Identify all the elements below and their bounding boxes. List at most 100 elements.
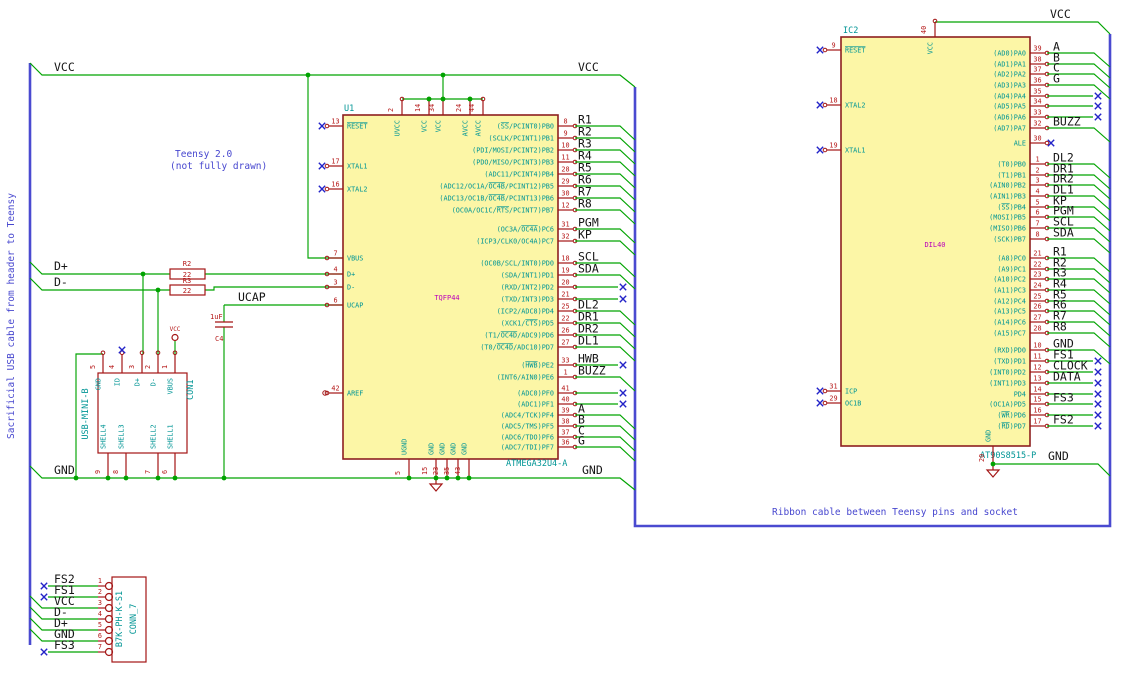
junction-dot — [467, 96, 473, 102]
pin-number: 38 — [561, 418, 569, 426]
pin-name: D- — [347, 283, 355, 291]
net-label: G — [1053, 72, 1060, 86]
pin-name: (AD6)PA6 — [993, 113, 1026, 121]
no-connect-x-icon — [1094, 357, 1102, 365]
pin-number: 42 — [331, 385, 339, 393]
pin-number: 43 — [454, 467, 462, 475]
pin-name: (RD)PD7 — [997, 422, 1026, 430]
pin-number: 20 — [978, 454, 986, 462]
pin-end — [324, 163, 330, 169]
pin-number: 2 — [144, 365, 152, 369]
net-label: SDA — [1053, 226, 1074, 240]
r3-value: 22 — [183, 287, 191, 295]
pin-name: (ADC4/TCK)PF4 — [501, 411, 554, 419]
junction-dot — [466, 475, 472, 481]
no-connect-x-icon — [1094, 379, 1102, 387]
conn7-value: B7K-PH-K-S1 — [115, 591, 125, 647]
pin-number: 25 — [561, 303, 569, 311]
ic2-ref: IC2 — [843, 26, 858, 36]
usb-vcc-symbol: VCC — [170, 326, 181, 342]
pin-number: 4 — [98, 610, 102, 618]
net-label: FS2 — [1053, 413, 1074, 427]
no-connect-x-icon — [1094, 390, 1102, 398]
pin-name: AVCC — [475, 120, 483, 136]
pin-name: XTAL2 — [845, 101, 865, 109]
pin-number: 35 — [1033, 88, 1041, 96]
pin-name: (MISO)PB6 — [989, 224, 1026, 232]
wire — [1047, 127, 1111, 143]
pin-number: 33 — [1033, 109, 1041, 117]
pin-name: D- — [150, 378, 158, 386]
pin-number: 5 — [89, 365, 97, 369]
pin-name: (A11)PC3 — [993, 286, 1026, 294]
no-connect-x-icon — [816, 46, 824, 54]
pin-name: (RXD/INT2)PD2 — [501, 283, 554, 291]
pin-number: 34 — [428, 104, 436, 112]
pin-number: 4 — [108, 365, 116, 369]
pin-number: 1 — [98, 577, 102, 585]
pin-name: VCC — [421, 120, 429, 132]
no-connect-x-icon — [619, 295, 627, 303]
pin-name: (AIN0)PB2 — [989, 181, 1026, 189]
pin-name: (A15)PC7 — [993, 329, 1026, 337]
pin-end — [324, 123, 330, 129]
pin-number: 6 — [333, 297, 337, 305]
pin-name: UVCC — [394, 120, 402, 136]
net-label: FS3 — [1053, 391, 1074, 405]
pin-number: 28 — [561, 166, 569, 174]
pin-name: (AD0)PA0 — [993, 49, 1026, 57]
pin-name: (ADC12/OC1A/OC4B/PCINT12)PB5 — [439, 182, 554, 190]
pin-number: 18 — [829, 97, 837, 105]
junction-dot — [990, 461, 996, 467]
no-connect-x-icon — [318, 162, 326, 170]
pin-number: 30 — [561, 190, 569, 198]
net-label: R8 — [1053, 320, 1067, 334]
ribbon-note: Ribbon cable between Teensy pins and soc… — [772, 507, 1018, 518]
pin-number: 6 — [98, 632, 102, 640]
pin-number: 33 — [561, 357, 569, 365]
net-label: DATA — [1053, 370, 1081, 384]
pin-number: 21 — [561, 291, 569, 299]
pin-number: 23 — [432, 467, 440, 475]
pin-number: 17 — [331, 158, 339, 166]
pin-name: UCAP — [347, 301, 363, 309]
pin-number: 12 — [561, 202, 569, 210]
pin-number: 6 — [1035, 209, 1039, 217]
pin-name: RESET — [347, 122, 367, 130]
pin-name: SHELL4 — [100, 424, 108, 449]
pin-name: GND — [428, 443, 436, 455]
pin-number: 5 — [394, 471, 402, 475]
ic2-value: AT90S8515-P — [980, 451, 1036, 461]
junction-dot — [73, 475, 79, 481]
pin-name: (AIN1)PB3 — [989, 192, 1026, 200]
pin-number: 39 — [1033, 45, 1041, 53]
no-connect-x-icon — [619, 400, 627, 408]
r3-ref: R3 — [183, 277, 191, 285]
junction-dot — [444, 475, 450, 481]
pin-name: XTAL2 — [347, 185, 367, 193]
no-connect-x-icon — [40, 582, 48, 590]
junction-dot — [155, 287, 161, 293]
junction-dot — [440, 96, 446, 102]
junction-dot — [426, 96, 432, 102]
no-connect-x-icon — [40, 593, 48, 601]
junction-dot — [455, 475, 461, 481]
pin-number: 29 — [561, 178, 569, 186]
pin-number: 3 — [98, 599, 102, 607]
pin-name: (ADC1)PF1 — [517, 400, 554, 408]
junction-dot — [440, 72, 446, 78]
pin-number: 2 — [387, 108, 395, 112]
pin-name: SHELL3 — [118, 424, 126, 449]
pin-number: 26 — [561, 327, 569, 335]
pin-name: (SDA/INT1)PD1 — [501, 271, 554, 279]
pin-number: 19 — [829, 142, 837, 150]
pin-name: (PDO/MISO/PCINT3)PB3 — [472, 158, 554, 166]
pin-number: 21 — [1033, 250, 1041, 258]
pin-name: VCC — [435, 120, 443, 132]
pin-name: (OC0A/OC1C/RTS/PCINT7)PB7 — [452, 206, 554, 214]
pin-number: 1 — [563, 369, 567, 377]
ic2-footprint: DIL40 — [924, 241, 945, 249]
pin-name: GND — [95, 378, 103, 390]
pin-name: (MOSI)PB5 — [989, 213, 1026, 221]
con1-value: USB-MINI-B — [81, 388, 91, 439]
